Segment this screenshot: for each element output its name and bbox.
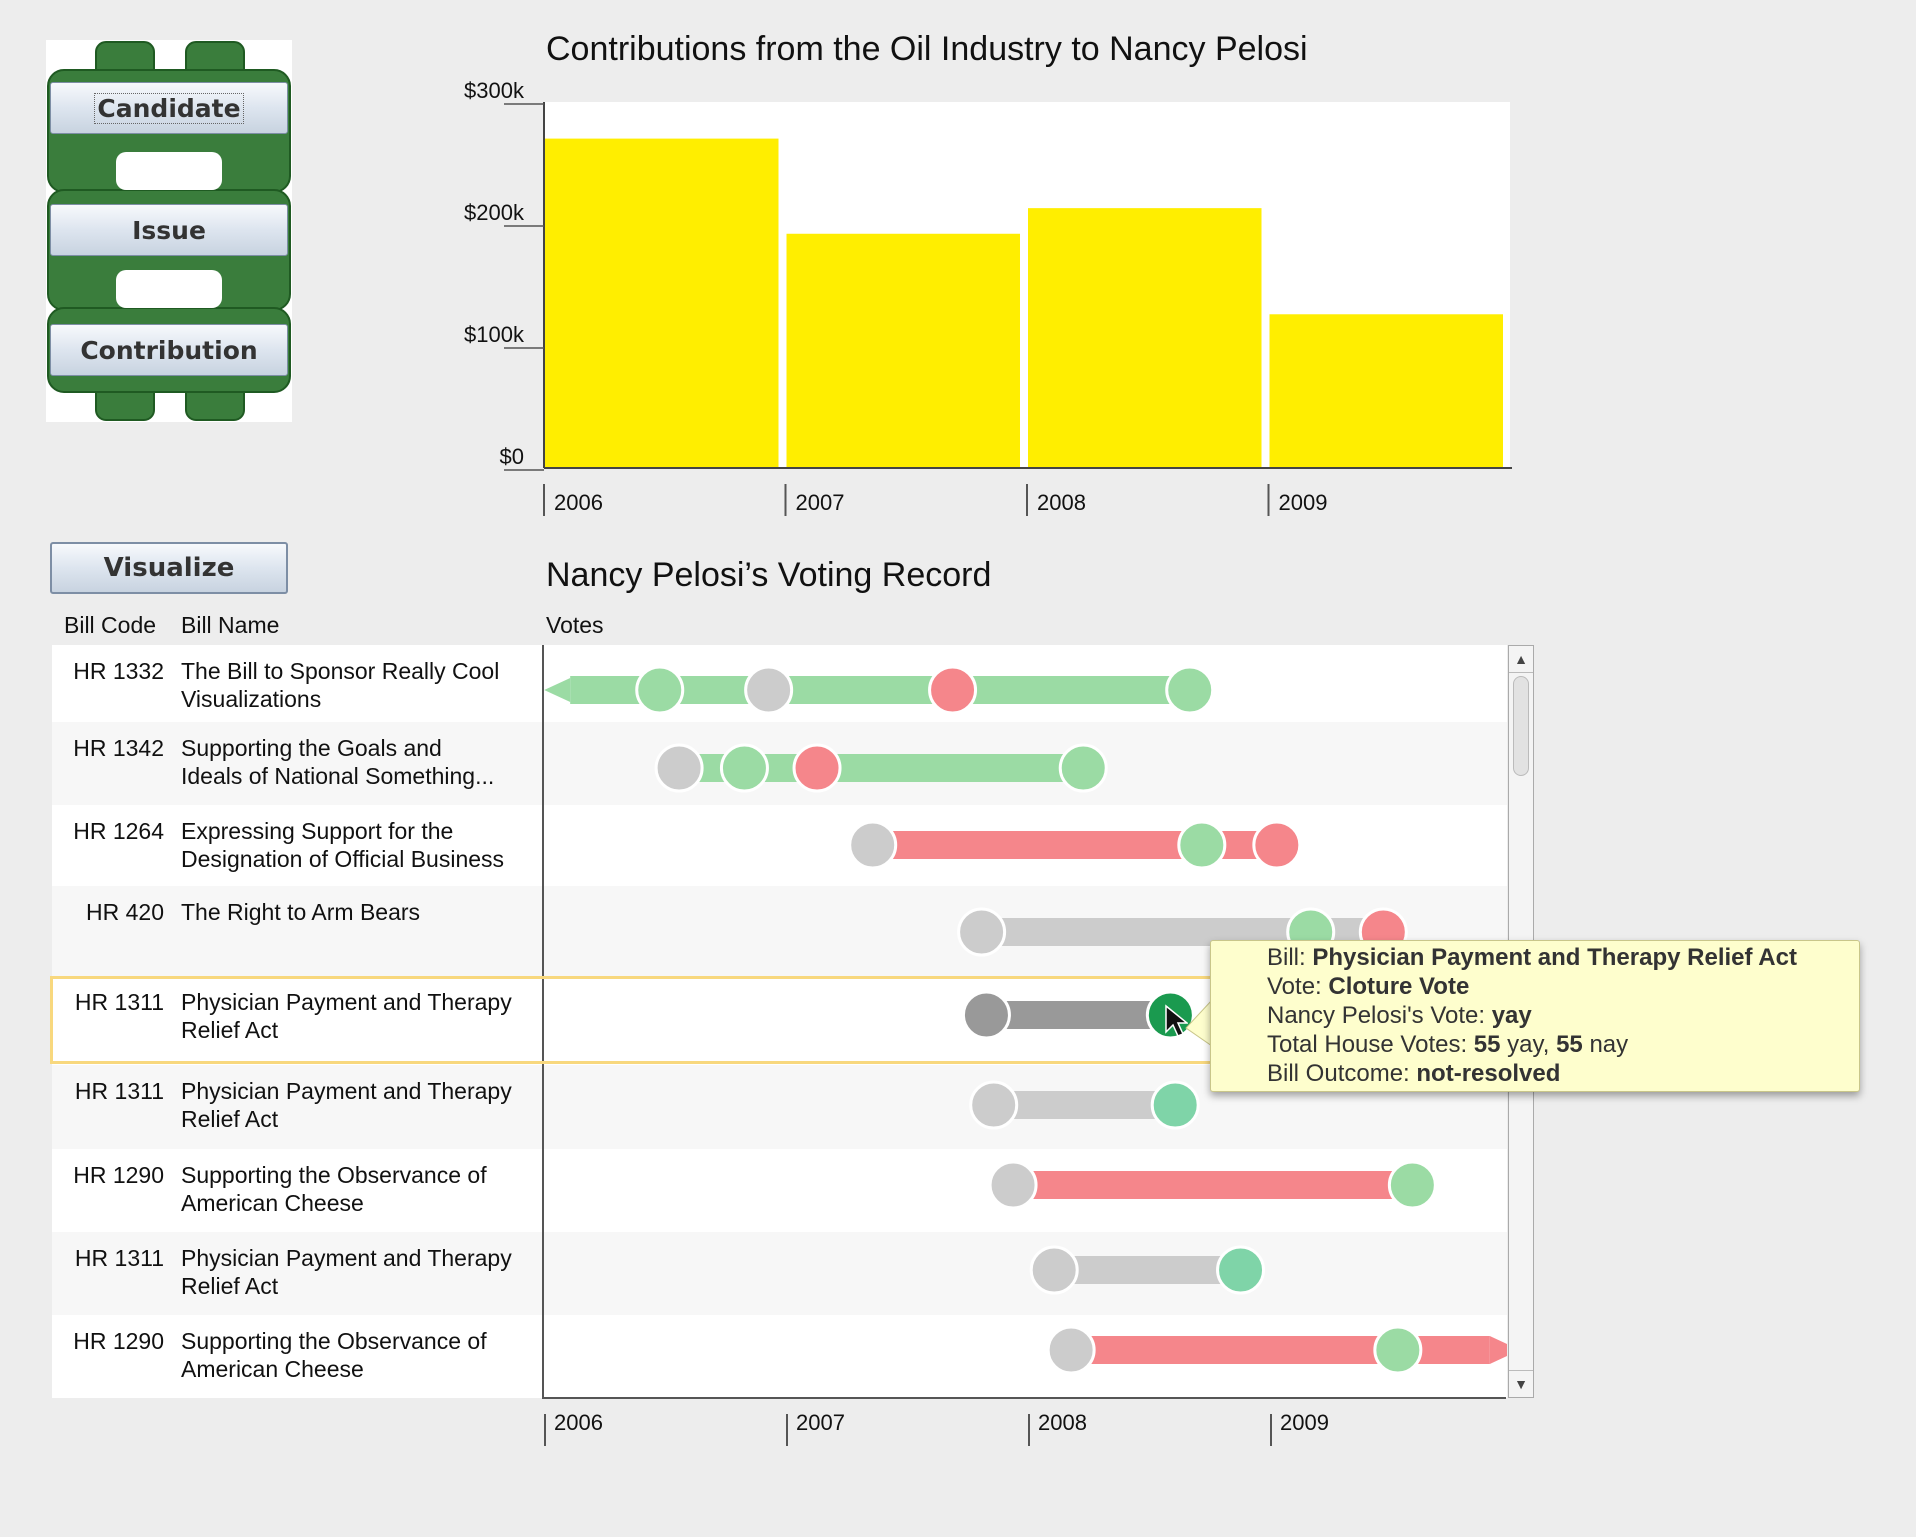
- arrow-left-icon[interactable]: [544, 678, 571, 702]
- x-tick-label: 2007: [796, 490, 845, 515]
- vote-marker-yay[interactable]: [635, 665, 685, 715]
- timeline-tick-mark: [1270, 1414, 1272, 1446]
- y-tick-label: $300k: [464, 80, 525, 103]
- y-tick-label: $200k: [464, 200, 525, 225]
- timeline-tick-label: 2007: [796, 1410, 845, 1435]
- y-tick-label: $100k: [464, 322, 525, 347]
- vote-marker-yay[interactable]: [1058, 743, 1108, 793]
- vote-marker-none[interactable]: [654, 743, 704, 793]
- bar-2006[interactable]: [545, 138, 779, 468]
- mouse-cursor-icon: [1165, 1004, 1188, 1037]
- scroll-thumb[interactable]: [1513, 676, 1529, 776]
- vote-duration-bar: [1054, 1256, 1239, 1284]
- issue-label: Issue: [132, 215, 206, 245]
- voting-record-title: Nancy Pelosi’s Voting Record: [546, 556, 992, 594]
- tooltip-bill-line: Bill: Physician Payment and Therapy Reli…: [1267, 944, 1797, 971]
- bar-2009[interactable]: [1269, 314, 1504, 468]
- vote-marker-none[interactable]: [988, 1160, 1038, 1210]
- contributions-title: Contributions from the Oil Industry to N…: [546, 30, 1308, 68]
- vote-marker-yay[interactable]: [1387, 1160, 1437, 1210]
- vote-duration-bar: [1071, 1336, 1490, 1364]
- timeline-axis: [542, 1397, 1506, 1399]
- x-tick-label: 2008: [1037, 490, 1086, 515]
- vote-marker-nay[interactable]: [1252, 820, 1302, 870]
- bill-name-header: Bill Name: [181, 612, 280, 638]
- visualize-button[interactable]: Visualize: [50, 542, 288, 594]
- timeline-tick-label: 2009: [1280, 1410, 1329, 1435]
- timeline-tick-mark: [786, 1414, 788, 1446]
- vote-duration-bar: [1013, 1171, 1413, 1199]
- vote-marker-none[interactable]: [848, 820, 898, 870]
- y-tick-label: $0: [500, 444, 524, 469]
- vote-marker-resolved_yay[interactable]: [1216, 1245, 1266, 1295]
- table-divider: [542, 645, 544, 1398]
- vote-marker-none[interactable]: [1046, 1325, 1096, 1375]
- tooltip-outcome-value: not-resolved: [1416, 1060, 1561, 1087]
- vote-marker-yay[interactable]: [1177, 820, 1227, 870]
- vote-marker-yay[interactable]: [1373, 1325, 1423, 1375]
- tooltip-vote-value: Cloture Vote: [1328, 973, 1470, 1000]
- vote-marker-yay[interactable]: [719, 743, 769, 793]
- scroll-up-arrow-icon[interactable]: ▲: [1509, 646, 1533, 673]
- vote-duration-bar: [986, 1001, 1171, 1029]
- bill-code-header: Bill Code: [64, 612, 157, 638]
- arrow-right-icon[interactable]: [1489, 1336, 1507, 1364]
- vote-marker-yay[interactable]: [1165, 665, 1215, 715]
- vote-marker-none[interactable]: [957, 907, 1007, 957]
- timeline-tick-mark: [1028, 1414, 1030, 1446]
- timeline-tick-label: 2008: [1038, 1410, 1087, 1435]
- timeline-tick-label: 2006: [554, 1410, 603, 1435]
- tooltip-outcome-line: Bill Outcome: not-resolved: [1267, 1060, 1561, 1087]
- vote-marker-none[interactable]: [744, 665, 794, 715]
- vote-marker-selected_none[interactable]: [961, 990, 1011, 1040]
- contribution-label: Contribution: [80, 335, 258, 365]
- issue-button[interactable]: Issue: [50, 204, 288, 256]
- bar-2007[interactable]: [786, 233, 1021, 468]
- contribution-button[interactable]: Contribution: [50, 324, 288, 376]
- timeline-tick-mark: [544, 1414, 546, 1446]
- contributions-bar-chart: $0 $100k $200k $300k 2006 2007 2008 2009: [464, 80, 1512, 516]
- vote-marker-none[interactable]: [969, 1080, 1019, 1130]
- votes-header: Votes: [546, 612, 604, 638]
- bar-2008[interactable]: [1028, 208, 1262, 468]
- vote-duration-bar: [993, 1091, 1176, 1119]
- vote-marker-resolved_yay[interactable]: [1150, 1080, 1200, 1130]
- candidate-label: Candidate: [94, 92, 244, 124]
- scroll-down-arrow-icon[interactable]: ▼: [1509, 1370, 1533, 1397]
- tooltip-member-vote-value: yay: [1491, 1002, 1532, 1029]
- tooltip-member-vote-line: Nancy Pelosi's Vote: yay: [1267, 1002, 1532, 1029]
- vote-tooltip: Bill: Physician Payment and Therapy Reli…: [1210, 940, 1860, 1092]
- x-tick-label: 2006: [554, 490, 603, 515]
- candidate-button[interactable]: Candidate: [50, 82, 288, 134]
- x-tick-label: 2009: [1279, 490, 1328, 515]
- vote-marker-nay[interactable]: [928, 665, 978, 715]
- tooltip-bill-value: Physician Payment and Therapy Relief Act: [1312, 944, 1797, 971]
- vote-marker-none[interactable]: [1029, 1245, 1079, 1295]
- tooltip-vote-line: Vote: Cloture Vote: [1267, 973, 1470, 1000]
- tooltip-total-votes-line: Total House Votes: 55 yay, 55 nay: [1267, 1031, 1629, 1058]
- visualize-label: Visualize: [103, 553, 235, 583]
- vote-marker-nay[interactable]: [792, 743, 842, 793]
- dollar-logo: Candidate Issue Contribution: [46, 40, 292, 422]
